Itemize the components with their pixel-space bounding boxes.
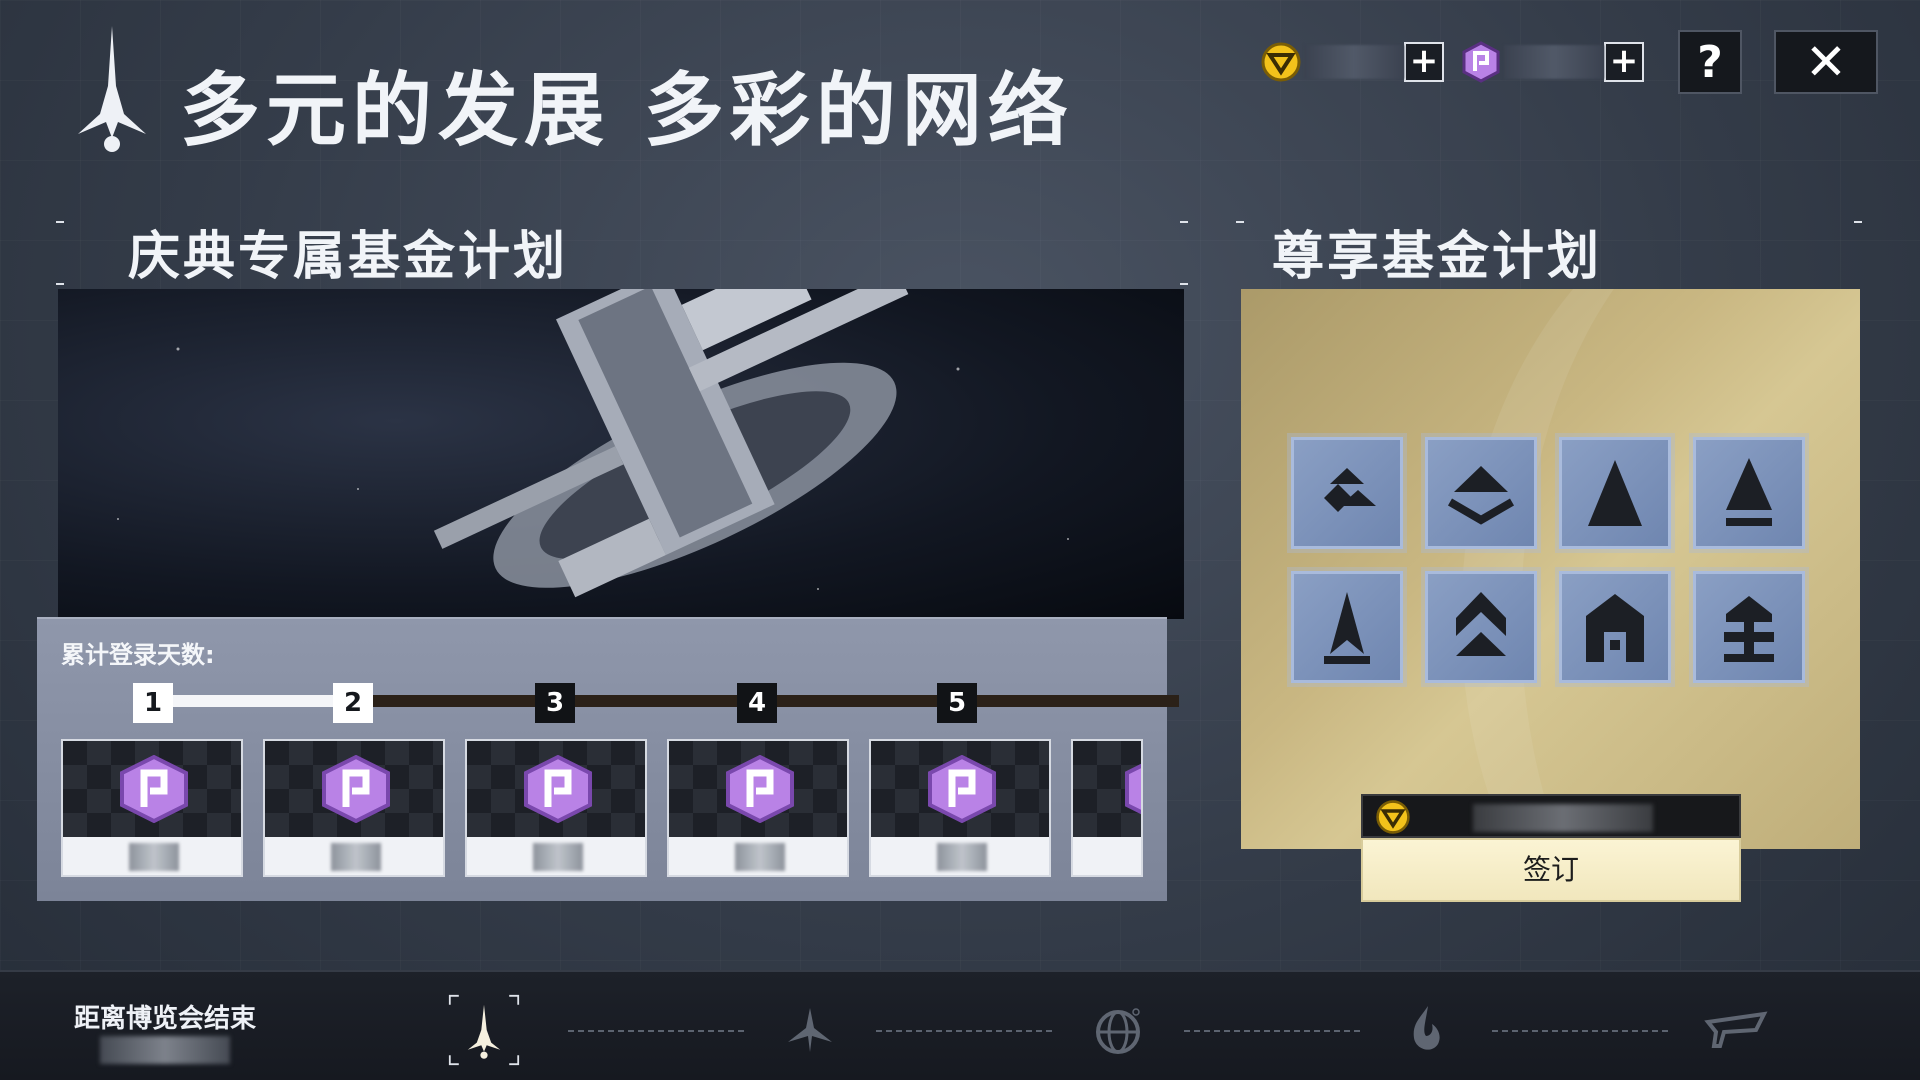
gold-currency-display: +: [1260, 38, 1444, 86]
login-days-label: 累计登录天数:: [61, 641, 215, 669]
space-station-illustration: [117, 289, 1069, 598]
sign-widget: 签订: [1361, 794, 1741, 902]
rank-badge-3[interactable]: [1559, 437, 1671, 549]
frame-corner: [1180, 283, 1188, 285]
nav-tab-globe[interactable]: [1082, 994, 1154, 1066]
day-marker-3: 3: [535, 683, 575, 723]
rank-double-chevron-icon: [1456, 592, 1506, 656]
day-marker-1: 1: [133, 683, 173, 723]
right-section-title: 尊享基金计划: [1272, 227, 1603, 287]
reward-card-4[interactable]: [667, 739, 849, 877]
space-station-banner: [58, 289, 1184, 619]
rank-badge-1[interactable]: [1291, 437, 1403, 549]
rank-badge-8[interactable]: [1693, 571, 1805, 683]
login-reward-panel: 累计登录天数: 1 2 3 4 5: [37, 617, 1179, 901]
close-button[interactable]: ✕: [1774, 30, 1878, 94]
spire-logo-icon: [78, 26, 146, 152]
purple-currency-display: +: [1460, 38, 1644, 86]
nav-tab-flame[interactable]: [1390, 994, 1462, 1066]
premium-fund-panel: [1241, 289, 1860, 849]
purple-currency-icon: [524, 755, 592, 823]
sign-button[interactable]: 签订: [1361, 838, 1741, 902]
rank-arrow-icon: [1324, 592, 1370, 664]
add-gold-button[interactable]: +: [1404, 42, 1444, 82]
add-purple-button[interactable]: +: [1604, 42, 1644, 82]
rank-triangle-icon: [1588, 460, 1642, 526]
nav-tab-spire[interactable]: [448, 994, 520, 1066]
reward-card-6-partial[interactable]: [1071, 739, 1143, 877]
rank-chevron-icon: [1324, 468, 1376, 512]
day-marker-4: 4: [737, 683, 777, 723]
sign-price-bar: [1361, 794, 1741, 838]
left-section-title: 庆典专属基金计划: [128, 227, 569, 287]
gold-currency-icon: [1261, 42, 1301, 82]
gold-currency-icon: [1376, 800, 1410, 834]
rank-badge-5[interactable]: [1291, 571, 1403, 683]
wing-icon: [1704, 1011, 1768, 1048]
rank-triangle-bar-icon: [1726, 458, 1772, 526]
nav-connector: [876, 1030, 1052, 1032]
countdown-value: [100, 1036, 230, 1064]
sign-price-value: [1473, 804, 1653, 832]
purple-currency-icon: [1462, 41, 1500, 83]
purple-currency-icon: [726, 755, 794, 823]
day-marker-2: 2: [333, 683, 373, 723]
rank-badge-2[interactable]: [1425, 437, 1537, 549]
frame-corner: [56, 221, 64, 223]
countdown-label: 距离博览会结束: [74, 1004, 257, 1034]
purple-currency-value: [1504, 45, 1604, 79]
reward-card-5[interactable]: [869, 739, 1051, 877]
help-button[interactable]: ?: [1678, 30, 1742, 94]
rank-diamond-icon: [1447, 466, 1515, 525]
spire-icon: [448, 994, 520, 1066]
tri-blade-icon: [788, 1008, 832, 1052]
nav-connector: [568, 1030, 744, 1032]
nav-tab-wing[interactable]: [1700, 994, 1772, 1066]
purple-currency-icon: [120, 755, 188, 823]
reward-amount: [533, 843, 583, 871]
frame-corner: [1854, 221, 1862, 223]
purple-currency-icon: [928, 755, 996, 823]
reward-card-1[interactable]: [61, 739, 243, 877]
day-marker-5: 5: [937, 683, 977, 723]
frame-corner: [56, 283, 64, 285]
page-title: 多元的发展 多彩的网络: [180, 64, 1074, 157]
nav-tab-blade[interactable]: [774, 994, 846, 1066]
flame-icon: [1413, 1006, 1440, 1050]
rank-badge-7[interactable]: [1559, 571, 1671, 683]
close-icon: ✕: [1805, 33, 1847, 91]
reward-amount: [735, 843, 785, 871]
reward-amount: [129, 843, 179, 871]
rank-badge-6[interactable]: [1425, 571, 1537, 683]
rank-plus-icon: [1724, 596, 1774, 662]
frame-corner: [1180, 221, 1188, 223]
purple-currency-icon: [1125, 763, 1141, 815]
reward-amount: [331, 843, 381, 871]
frame-corner: [1236, 221, 1244, 223]
gold-currency-value: [1304, 45, 1404, 79]
purple-currency-icon: [322, 755, 390, 823]
help-icon: ?: [1697, 36, 1723, 88]
decorative-arc: [1461, 289, 1860, 849]
bottom-nav-bar: 距离博览会结束: [0, 970, 1920, 1080]
reward-amount: [937, 843, 987, 871]
nav-connector: [1492, 1030, 1668, 1032]
nav-connector: [1184, 1030, 1360, 1032]
rank-badge-4[interactable]: [1693, 437, 1805, 549]
globe-icon: [1096, 1008, 1140, 1054]
reward-card-2[interactable]: [263, 739, 445, 877]
reward-card-3[interactable]: [465, 739, 647, 877]
rank-house-icon: [1586, 594, 1644, 662]
progress-fill: [147, 695, 349, 707]
